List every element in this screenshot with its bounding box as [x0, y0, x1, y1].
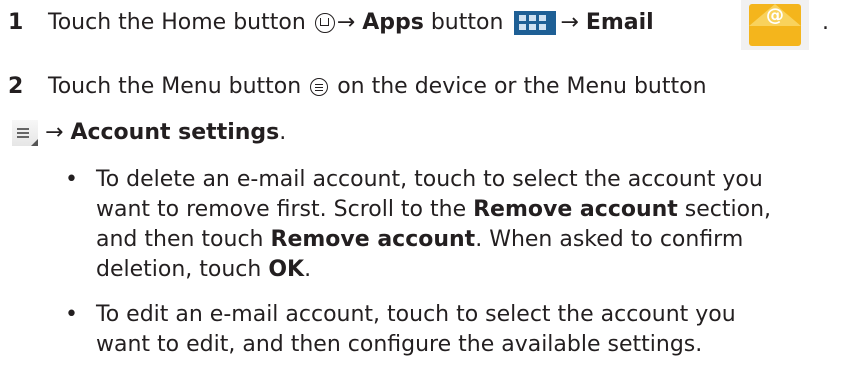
remove-account-term: Remove account	[270, 227, 476, 252]
arrow: →	[336, 10, 356, 35]
account-settings-label: Account settings	[70, 120, 280, 145]
bullet-icon: •	[65, 167, 78, 192]
bullet-1-line-2: want to remove first. Scroll to the Remo…	[96, 195, 771, 225]
apps-grid-icon	[514, 11, 557, 35]
bullet-2-line-1: To edit an e-mail account, touch to sele…	[96, 302, 736, 327]
ok-term: OK	[268, 257, 305, 282]
remove-account-term: Remove account	[473, 197, 678, 222]
bullet-2-line-2: want to edit, and then configure the ava…	[96, 332, 703, 357]
apps-label: Apps	[362, 10, 424, 35]
text: want to remove first. Scroll to the	[96, 197, 474, 222]
bullet-1-line-1: To delete an e-mail account, touch to se…	[96, 167, 763, 192]
email-envelope-icon: @	[741, 0, 809, 50]
bullet-1-line-3: and then touch Remove account. When aske…	[96, 225, 743, 255]
home-icon	[314, 13, 335, 33]
menu-circle-icon	[310, 78, 329, 96]
button-word: button	[430, 10, 504, 35]
menu-button-icon	[12, 120, 38, 146]
text: .	[304, 257, 312, 282]
bullet-1-line-4: deletion, touch OK.	[96, 255, 311, 285]
step-text: Touch the Menu button	[48, 74, 302, 99]
email-label: Email	[585, 10, 654, 35]
text: . When asked to confirm	[475, 227, 744, 252]
bullet-icon: •	[65, 302, 78, 327]
step-2-line-1: Touch the Menu button on the device or t…	[48, 72, 707, 102]
text: section,	[677, 197, 772, 222]
step-number: 2	[8, 74, 24, 99]
step-1-line: Touch the Home button → Apps button → Em…	[48, 8, 654, 38]
text: deletion, touch	[96, 257, 269, 282]
arrow: →	[560, 10, 579, 35]
step-2-line-2: → Account settings.	[45, 118, 286, 148]
step-number: 1	[8, 10, 24, 35]
period: .	[279, 120, 287, 145]
arrow: →	[45, 120, 64, 145]
text: and then touch	[96, 227, 271, 252]
step-text: Touch the Home button	[48, 10, 306, 35]
step-text: on the device or the Menu button	[337, 74, 707, 99]
period: .	[822, 10, 829, 35]
